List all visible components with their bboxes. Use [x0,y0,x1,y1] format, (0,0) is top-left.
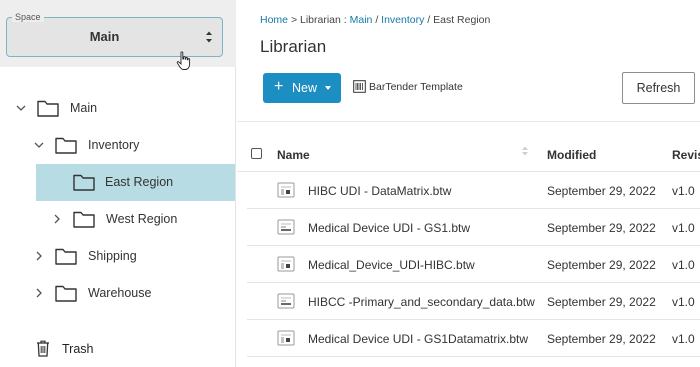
breadcrumb-inventory[interactable]: Inventory [381,14,424,26]
file-modified: September 29, 2022 [547,221,656,235]
breadcrumb-separator: / [375,14,379,26]
chevron-right-icon[interactable] [51,213,63,225]
template-icon [353,80,366,93]
file-modified: September 29, 2022 [547,258,656,272]
chevron-down-icon[interactable] [33,139,45,151]
hand-cursor-icon [176,51,191,70]
table-row[interactable]: Medical_Device_UDI-HIBC.btw September 29… [247,246,700,283]
trash-link[interactable]: Trash [62,342,94,356]
tree-item-label: Main [70,101,98,115]
breadcrumb-separator: > [290,14,298,26]
folder-icon [73,211,95,228]
column-header-revision[interactable]: Revis [672,148,700,162]
file-revision: v1.0 [672,184,695,198]
tree-item-east-region[interactable]: East Region [36,164,235,201]
app-window: Main Space Main Inventory East Region We… [0,0,700,367]
tree-item-main[interactable]: Main [0,90,236,127]
table-header: Name Modified Revis [237,135,700,172]
tree-item-label: West Region [106,212,178,226]
table-row[interactable]: HIBC UDI - DataMatrix.btw September 29, … [247,172,700,209]
tree-item-west-region[interactable]: West Region [0,201,236,238]
file-modified: September 29, 2022 [547,184,656,198]
label-file-icon [277,182,295,198]
breadcrumb: Home > Librarian : Main / Inventory / Ea… [260,14,490,26]
file-name[interactable]: Medical Device UDI - GS1.btw [308,221,470,235]
space-select-legend: Space [12,12,44,22]
space-select-value: Main [89,29,120,44]
file-name[interactable]: Medical Device UDI - GS1Datamatrix.btw [308,332,528,346]
sidebar: Main Space Main Inventory East Region We… [0,0,236,367]
main-content: Home > Librarian : Main / Inventory / Ea… [237,0,700,367]
caret-down-icon [325,86,331,90]
tree-item-label: Warehouse [88,286,152,300]
breadcrumb-librarian: Librarian [300,14,341,26]
breadcrumb-current: East Region [433,14,491,26]
chevron-right-icon[interactable] [33,287,45,299]
table-row[interactable]: Medical Device UDI - GS1.btw September 2… [247,209,700,246]
chevron-down-icon[interactable] [15,102,27,114]
table-row[interactable]: HIBCC -Primary_and_secondary_data.btw Se… [247,283,700,320]
space-selector-area: Main Space [0,0,236,70]
new-button[interactable]: + New [263,73,341,103]
file-name[interactable]: HIBC UDI - DataMatrix.btw [308,184,451,198]
folder-icon [55,137,77,154]
file-revision: v1.0 [672,295,695,309]
sort-icon[interactable] [521,145,529,157]
file-modified: September 29, 2022 [547,332,656,346]
file-revision: v1.0 [672,258,695,272]
bartender-template-label: BarTender Template [369,81,463,93]
tree-item-warehouse[interactable]: Warehouse [0,275,236,312]
toolbar-divider [237,121,700,122]
tree-item-shipping[interactable]: Shipping [0,238,236,275]
column-header-modified[interactable]: Modified [547,148,596,162]
breadcrumb-main[interactable]: Main [350,14,373,26]
page-title: Librarian [260,37,327,56]
breadcrumb-home[interactable]: Home [260,14,288,26]
folder-icon [55,285,77,302]
select-caret-icon [206,31,212,43]
tree-item-inventory[interactable]: Inventory [0,127,236,164]
select-all-checkbox[interactable] [251,148,262,159]
file-name[interactable]: HIBCC -Primary_and_secondary_data.btw [308,295,535,309]
tree-item-label: East Region [105,175,174,189]
file-revision: v1.0 [672,332,695,346]
label-file-icon [277,219,295,235]
tree-item-label: Shipping [88,249,137,263]
file-name[interactable]: Medical_Device_UDI-HIBC.btw [308,258,475,272]
new-button-label: New [292,81,318,95]
label-file-icon [277,293,295,309]
breadcrumb-separator: : [343,14,347,26]
file-revision: v1.0 [672,221,695,235]
file-modified: September 29, 2022 [547,295,656,309]
breadcrumb-separator: / [427,14,431,26]
folder-icon [73,174,95,191]
tree-item-label: Inventory [88,138,140,152]
chevron-right-icon[interactable] [33,250,45,262]
table-row[interactable]: Medical Device UDI - GS1Datamatrix.btw S… [247,320,700,357]
label-file-icon [277,256,295,272]
refresh-button[interactable]: Refresh [622,72,695,104]
folder-icon [37,100,59,117]
plus-icon: + [274,78,284,95]
column-header-name[interactable]: Name [277,148,310,162]
trash-icon[interactable] [36,340,50,357]
label-file-icon [277,330,295,346]
folder-icon [55,248,77,265]
